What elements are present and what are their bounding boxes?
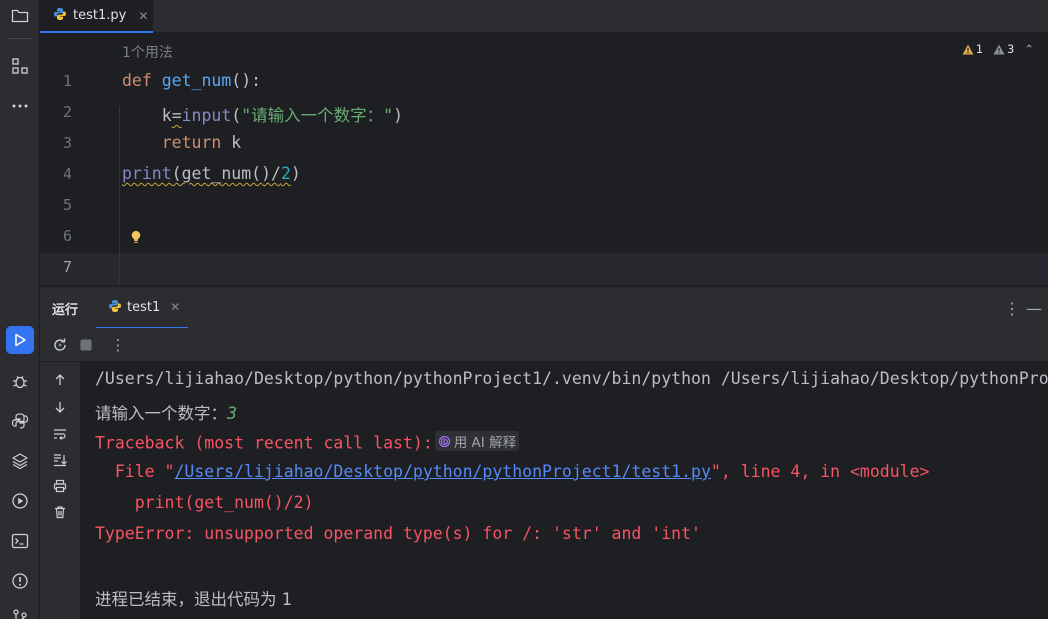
layers-icon[interactable] (6, 447, 34, 475)
run-panel-header: 运行 test1 ✕ ⋮ — (40, 286, 1048, 329)
call-expression: (get_num()/ (171, 164, 281, 183)
rerun-icon[interactable] (50, 335, 70, 355)
user-input-value: 3 (227, 404, 237, 423)
more-icon[interactable] (6, 92, 34, 120)
line-number: 1 (62, 72, 72, 90)
more-vertical-icon[interactable]: ⋮ (108, 335, 128, 355)
keyword-return: return (161, 133, 222, 152)
python-file-icon (108, 298, 122, 317)
close-icon[interactable]: ✕ (138, 9, 148, 23)
ai-spiral-icon (438, 435, 450, 447)
run-tab-test1[interactable]: test1 ✕ (96, 287, 188, 329)
warning-icon (962, 44, 974, 54)
console-output[interactable]: /Users/lijiahao/Desktop/python/pythonPro… (80, 362, 1048, 619)
minimize-icon[interactable]: — (1026, 299, 1042, 318)
console-exit-line: 进程已结束，退出代码为 1 (95, 590, 293, 609)
run-toolbar: ⋮ (40, 328, 1048, 362)
line-number: 6 (62, 227, 72, 245)
arrow-down-icon[interactable] (50, 397, 70, 417)
input-prompt: 请输入一个数字： (95, 404, 227, 423)
line-number: 2 (62, 103, 72, 121)
tool-window-strip (0, 0, 40, 619)
console-file-line: File "/Users/lijiahao/Desktop/python/pyt… (95, 462, 930, 481)
line-number: 5 (62, 196, 72, 214)
scroll-to-end-icon[interactable] (50, 450, 70, 470)
explain-with-ai-button[interactable]: 用 AI 解释 (434, 431, 520, 451)
line-number: 4 (62, 165, 72, 183)
traceback-header: Traceback (most recent call last): (95, 433, 433, 453)
weak-warnings-count: 3 (1007, 42, 1015, 56)
console-command-line: /Users/lijiahao/Desktop/python/pythonPro… (95, 369, 1048, 388)
structure-icon[interactable] (6, 52, 34, 80)
explain-with-ai-label: 用 AI 解释 (453, 435, 517, 451)
code-editor[interactable]: 1个用法 1 3 ⌃ 1 2 3 4 5 6 7 def get_num(): … (40, 34, 1048, 285)
folder-icon[interactable] (6, 2, 34, 30)
weak-warnings-indicator[interactable]: 3 (993, 42, 1014, 56)
line-number: 7 (62, 258, 72, 276)
code-line-2[interactable]: k=input("请输入一个数字：") (122, 102, 403, 126)
console-prompt-line: 请输入一个数字：3 (95, 400, 237, 424)
builtin-print: print (122, 164, 172, 183)
arrow-up-icon[interactable] (50, 370, 70, 390)
current-line-highlight (40, 253, 1048, 285)
file-path-link[interactable]: /Users/lijiahao/Desktop/python/pythonPro… (174, 462, 710, 481)
console-code-line: print(get_num()/2) (95, 493, 314, 512)
builtin-input: input (181, 106, 232, 125)
assign-operator: = (171, 106, 182, 125)
console-traceback-line: Traceback (most recent call last): 用 AI 解… (95, 431, 520, 453)
print-icon[interactable] (50, 476, 70, 496)
line-number: 3 (62, 134, 72, 152)
code-line-1[interactable]: def get_num(): (122, 71, 261, 90)
code-punct: ( (231, 106, 242, 125)
strip-divider (8, 38, 32, 39)
inspection-widget[interactable]: 1 3 ⌃ (962, 42, 1034, 56)
trash-icon[interactable] (50, 502, 70, 522)
editor-tab-label: test1.py (73, 8, 127, 23)
run-panel-title: 运行 (52, 303, 79, 318)
python-file-icon (53, 6, 67, 25)
run-icon[interactable] (6, 326, 34, 354)
number-literal: 2 (280, 164, 291, 183)
code-punct: ) (393, 106, 404, 125)
function-name: get_num (161, 71, 232, 90)
code-line-3[interactable]: return k (122, 133, 241, 152)
problems-icon[interactable] (6, 567, 34, 595)
chevron-up-icon[interactable]: ⌃ (1024, 42, 1034, 56)
keyword-def: def (122, 71, 152, 90)
file-location: ", line 4, in <module> (710, 462, 930, 481)
string-literal: "请输入一个数字：" (241, 106, 394, 125)
lightbulb-icon[interactable] (130, 230, 142, 249)
weak-warning-icon (993, 44, 1005, 54)
python-console-icon[interactable] (6, 407, 34, 435)
git-icon[interactable] (6, 603, 34, 619)
code-line-4[interactable]: print(get_num()/2) (122, 164, 301, 183)
warnings-count: 1 (975, 42, 984, 56)
more-vertical-icon[interactable]: ⋮ (1004, 299, 1020, 318)
soft-wrap-icon[interactable] (50, 424, 70, 444)
run-tab-label: test1 (127, 299, 161, 315)
warnings-indicator[interactable]: 1 (962, 42, 983, 56)
return-value: k (221, 133, 242, 152)
usages-hint[interactable]: 1个用法 (122, 42, 173, 62)
services-icon[interactable] (6, 487, 34, 515)
editor-tab-test1[interactable]: test1.py ✕ (40, 0, 153, 33)
code-punct: ) (290, 164, 301, 183)
close-icon[interactable]: ✕ (170, 300, 180, 314)
debug-icon[interactable] (6, 367, 34, 395)
file-prefix: File " (95, 462, 175, 481)
stop-icon[interactable] (76, 335, 96, 355)
code-punct: (): (231, 71, 262, 90)
editor-tab-bar: test1.py ✕ (40, 0, 1048, 33)
console-actions (40, 362, 80, 619)
indent-guide (119, 106, 120, 285)
terminal-icon[interactable] (6, 527, 34, 555)
variable-k: k (161, 106, 172, 125)
console-error-line: TypeError: unsupported operand type(s) f… (95, 524, 701, 543)
